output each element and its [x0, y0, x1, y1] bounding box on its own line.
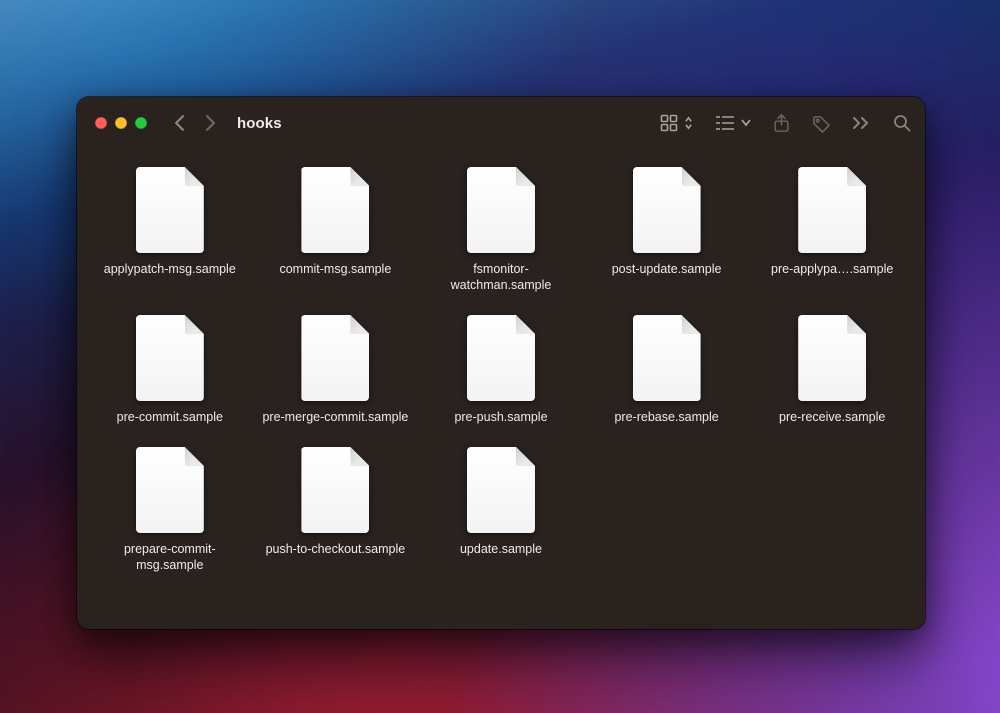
- file-item[interactable]: pre-applypa….sample: [753, 167, 911, 293]
- file-label: commit-msg.sample: [279, 261, 391, 277]
- search-button[interactable]: [893, 114, 911, 132]
- file-icon: [136, 447, 204, 533]
- more-button[interactable]: [853, 117, 871, 129]
- file-icon: [467, 315, 535, 401]
- window-toolbar: hooks: [77, 97, 925, 149]
- forward-button[interactable]: [204, 114, 217, 132]
- window-title: hooks: [237, 115, 282, 132]
- file-icon: [798, 315, 866, 401]
- file-label: prepare-commit-msg.sample: [96, 541, 244, 573]
- chevron-down-icon: [741, 119, 751, 127]
- file-label: pre-applypa….sample: [771, 261, 893, 277]
- group-by-button[interactable]: [715, 115, 751, 131]
- file-item[interactable]: push-to-checkout.sample: [257, 447, 415, 573]
- window-controls: [95, 117, 147, 129]
- zoom-button[interactable]: [135, 117, 147, 129]
- file-item[interactable]: pre-receive.sample: [753, 315, 911, 425]
- updown-icon: [684, 116, 693, 130]
- file-label: post-update.sample: [612, 261, 722, 277]
- file-icon: [798, 167, 866, 253]
- file-label: pre-push.sample: [454, 409, 547, 425]
- share-button[interactable]: [773, 113, 790, 133]
- file-icon: [467, 447, 535, 533]
- icon-grid: applypatch-msg.sample commit-msg.sample …: [77, 149, 925, 593]
- finder-window: hooks: [77, 97, 925, 629]
- tags-button[interactable]: [812, 114, 831, 133]
- file-icon: [136, 315, 204, 401]
- file-icon: [467, 167, 535, 253]
- file-item[interactable]: pre-rebase.sample: [588, 315, 746, 425]
- file-label: applypatch-msg.sample: [104, 261, 236, 277]
- file-icon: [301, 315, 369, 401]
- view-mode-button[interactable]: [660, 114, 693, 132]
- file-icon: [633, 315, 701, 401]
- file-item[interactable]: applypatch-msg.sample: [91, 167, 249, 293]
- file-label: pre-commit.sample: [117, 409, 223, 425]
- file-label: pre-rebase.sample: [614, 409, 718, 425]
- minimize-button[interactable]: [115, 117, 127, 129]
- file-label: update.sample: [460, 541, 542, 557]
- file-item[interactable]: prepare-commit-msg.sample: [91, 447, 249, 573]
- file-item[interactable]: pre-merge-commit.sample: [257, 315, 415, 425]
- file-icon: [136, 167, 204, 253]
- file-item[interactable]: commit-msg.sample: [257, 167, 415, 293]
- file-item[interactable]: pre-push.sample: [422, 315, 580, 425]
- back-button[interactable]: [173, 114, 186, 132]
- file-item[interactable]: fsmonitor-watchman.sample: [422, 167, 580, 293]
- file-item[interactable]: pre-commit.sample: [91, 315, 249, 425]
- close-button[interactable]: [95, 117, 107, 129]
- file-item[interactable]: post-update.sample: [588, 167, 746, 293]
- file-label: pre-merge-commit.sample: [262, 409, 408, 425]
- nav-buttons: [173, 114, 217, 132]
- file-icon: [301, 447, 369, 533]
- file-label: fsmonitor-watchman.sample: [427, 261, 575, 293]
- file-label: pre-receive.sample: [779, 409, 885, 425]
- file-label: push-to-checkout.sample: [266, 541, 406, 557]
- file-icon: [301, 167, 369, 253]
- toolbar-actions: [660, 113, 911, 133]
- file-icon: [633, 167, 701, 253]
- file-item[interactable]: update.sample: [422, 447, 580, 573]
